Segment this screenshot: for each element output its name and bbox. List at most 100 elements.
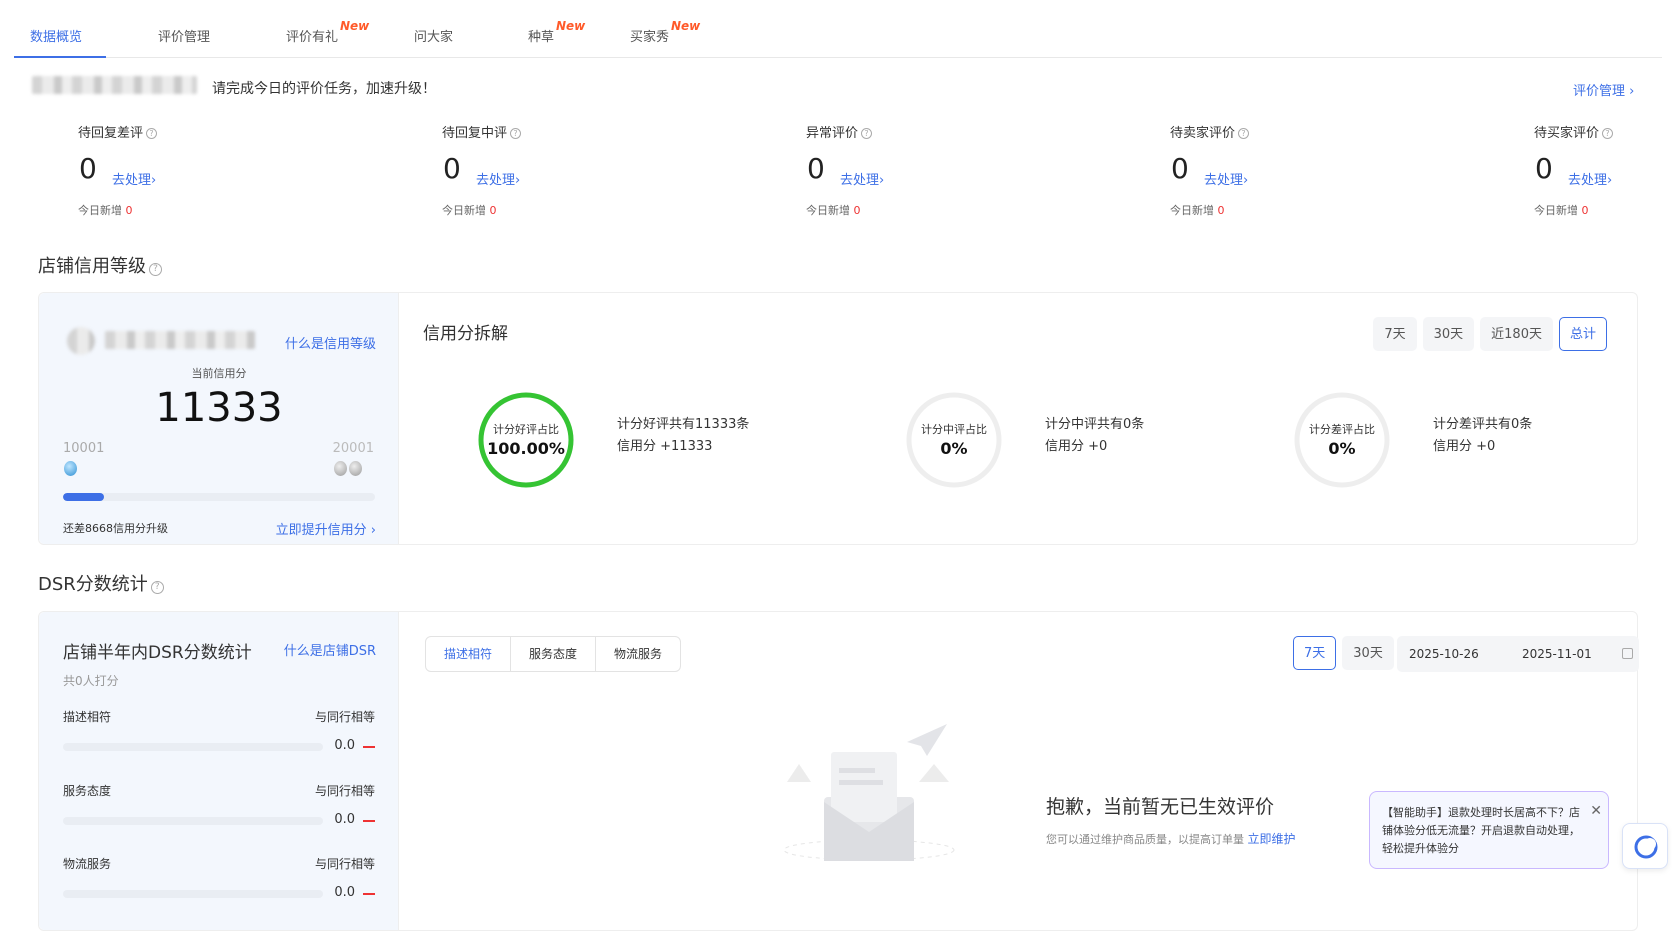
- tab-review-gift[interactable]: 评价有礼 New: [286, 19, 369, 45]
- range-180d-button[interactable]: 近180天: [1480, 317, 1553, 351]
- help-icon[interactable]: ?: [1238, 128, 1250, 139]
- dsr-summary-pane: 店铺半年内DSR分数统计 什么是店铺DSR 共0人打分 描述相符 与同行相等 0…: [39, 612, 399, 930]
- review-management-link[interactable]: 评价管理 ›: [1573, 80, 1634, 99]
- metric-bar: [63, 743, 323, 751]
- today-label: 今日新增: [1170, 204, 1214, 217]
- range-7d-button[interactable]: 7天: [1293, 636, 1337, 670]
- empty-state-hint: 您可以通过维护商品质量，以提高订单量: [1046, 833, 1244, 846]
- remaining-credit-text: 还差8668信用分升级: [63, 522, 168, 535]
- top-tabs: 数据概览 评价管理 评价有礼 New 问大家 种草 New 买家秀 New: [14, 18, 1662, 58]
- stat-abnormal: 异常评价? 0 去处理› 今日新增 0: [806, 122, 1026, 217]
- today-value: 0: [1581, 204, 1589, 217]
- moon-assistant-icon: [1634, 835, 1658, 859]
- assistant-float-button[interactable]: [1622, 823, 1668, 869]
- help-icon[interactable]: ?: [146, 128, 158, 139]
- go-process-link[interactable]: 去处理›: [840, 169, 884, 188]
- metric-value: 0.0: [334, 812, 355, 827]
- today-label: 今日新增: [442, 204, 486, 217]
- ring-desc-count: 计分中评共有0条: [1045, 417, 1145, 432]
- level-max: 20001: [332, 441, 374, 456]
- range-30d-button[interactable]: 30天: [1422, 317, 1475, 351]
- help-icon[interactable]: ?: [1602, 128, 1614, 139]
- range-total-button[interactable]: 总计: [1558, 317, 1607, 351]
- new-badge: New: [556, 19, 586, 33]
- what-is-dsr-link[interactable]: 什么是店铺DSR: [284, 640, 376, 659]
- ring-value: 0%: [940, 439, 968, 458]
- tab-review-management[interactable]: 评价管理: [158, 26, 210, 45]
- calendar-icon: [1622, 648, 1633, 659]
- metric-name: 描述相符: [63, 710, 112, 724]
- new-badge: New: [340, 19, 370, 33]
- neutral-review-desc: 计分中评共有0条 信用分 +0: [1045, 414, 1144, 458]
- credit-progress-bar: [63, 493, 375, 501]
- tab-data-overview[interactable]: 数据概览: [30, 26, 82, 45]
- metric-bar: [63, 890, 323, 898]
- smart-assistant-popup[interactable]: 【智能助手】退款处理时长居高不下？店铺体验分低无流量？开启退款自动处理，轻松提升…: [1369, 791, 1609, 869]
- improve-credit-link[interactable]: 立即提升信用分 ›: [276, 519, 376, 538]
- metric-value: 0.0: [334, 885, 355, 900]
- go-process-link[interactable]: 去处理›: [1204, 169, 1248, 188]
- ring-desc-score: 信用分 +11333: [617, 439, 713, 454]
- negative-review-ring: 计分差评占比 0%: [1293, 391, 1391, 489]
- today-value: 0: [489, 204, 497, 217]
- stat-pending-seller: 待卖家评价? 0 去处理› 今日新增 0: [1170, 122, 1390, 217]
- metric-compare: 与同行相等: [314, 784, 375, 798]
- level-min: 10001: [63, 441, 105, 456]
- credit-progress-fill: [63, 493, 104, 501]
- stat-value: 0: [1171, 152, 1189, 185]
- credit-section-title: 店铺信用等级?: [38, 252, 162, 278]
- segment-service[interactable]: 服务态度: [511, 637, 597, 671]
- date-range-picker[interactable]: 2025-10-26 2025-11-01: [1397, 636, 1639, 672]
- tab-ask-everyone[interactable]: 问大家: [414, 26, 453, 45]
- tab-seeding[interactable]: 种草 New: [528, 19, 585, 45]
- metric-equal-dash-icon: [363, 893, 375, 895]
- today-label: 今日新增: [1534, 204, 1578, 217]
- stat-pending-buyer: 待买家评价? 0 去处理› 今日新增 0: [1534, 122, 1664, 217]
- dsr-raters-count: 共0人打分: [63, 674, 119, 688]
- ring-desc-count: 计分好评共有11333条: [617, 417, 750, 432]
- tab-label: 种草: [528, 30, 555, 45]
- dsr-section-title: DSR分数统计?: [38, 570, 164, 596]
- help-icon[interactable]: ?: [149, 263, 162, 276]
- good-review-desc: 计分好评共有11333条 信用分 +11333: [617, 414, 749, 458]
- segment-logistics[interactable]: 物流服务: [596, 637, 680, 671]
- stat-value: 0: [443, 152, 461, 185]
- credit-range-buttons: 7天 30天 近180天 总计: [1373, 317, 1607, 351]
- tab-buyer-show[interactable]: 买家秀 New: [630, 19, 700, 45]
- help-icon[interactable]: ?: [150, 581, 164, 594]
- today-value: 0: [125, 204, 133, 217]
- section-title-text: 店铺信用等级: [38, 256, 146, 277]
- metric-compare: 与同行相等: [314, 710, 375, 724]
- help-icon[interactable]: ?: [510, 128, 522, 139]
- go-process-link[interactable]: 去处理›: [476, 169, 520, 188]
- empty-state-subtitle: 您可以通过维护商品质量，以提高订单量 立即维护: [1046, 830, 1296, 847]
- go-process-link[interactable]: 去处理›: [112, 169, 156, 188]
- today-label: 今日新增: [806, 204, 850, 217]
- close-icon[interactable]: ✕: [1590, 802, 1602, 820]
- range-7d-button[interactable]: 7天: [1373, 317, 1417, 351]
- next-level-medal-icon: [349, 461, 362, 476]
- good-review-ring: 计分好评占比 100.00%: [477, 391, 575, 489]
- stat-title: 待卖家评价: [1170, 126, 1236, 141]
- maintain-now-link[interactable]: 立即维护: [1248, 832, 1296, 846]
- metric-compare: 与同行相等: [314, 857, 375, 871]
- metric-equal-dash-icon: [363, 746, 375, 748]
- stat-value: 0: [807, 152, 825, 185]
- stat-pending-neutral: 待回复中评? 0 去处理› 今日新增 0: [442, 122, 662, 217]
- empty-mailbox-illustration-icon: [783, 724, 955, 861]
- help-icon[interactable]: ?: [861, 128, 873, 139]
- today-label: 今日新增: [78, 204, 122, 217]
- segment-description[interactable]: 描述相符: [426, 637, 512, 671]
- stat-title: 待回复差评: [78, 126, 144, 141]
- dsr-card-title: 店铺半年内DSR分数统计: [63, 643, 252, 663]
- go-process-link[interactable]: 去处理›: [1568, 169, 1612, 188]
- date-end: 2025-11-01: [1522, 647, 1592, 661]
- tab-label: 买家秀: [630, 30, 670, 45]
- level-medal-icon: [64, 461, 77, 476]
- what-is-credit-link[interactable]: 什么是信用等级: [285, 333, 376, 352]
- range-30d-button[interactable]: 30天: [1342, 636, 1394, 670]
- tab-label: 评价管理: [158, 30, 211, 45]
- ring-desc-score: 信用分 +0: [1045, 439, 1108, 454]
- negative-review-desc: 计分差评共有0条 信用分 +0: [1433, 414, 1532, 458]
- avatar: [67, 327, 95, 355]
